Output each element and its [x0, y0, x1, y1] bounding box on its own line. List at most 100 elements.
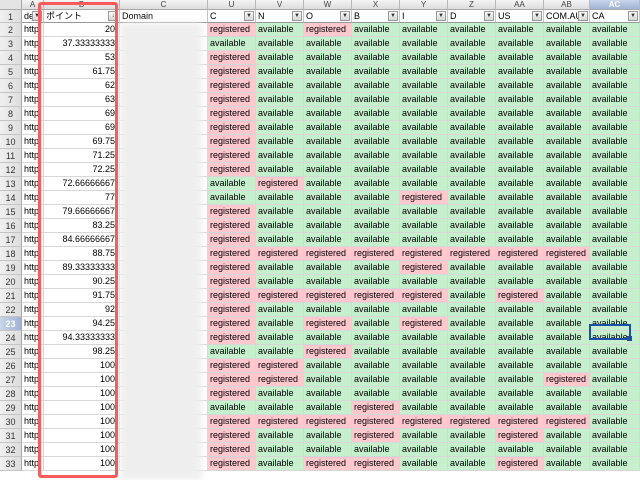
status-cell-u[interactable]: registered: [208, 429, 256, 443]
status-cell-u[interactable]: registered: [208, 247, 256, 261]
status-cell-w[interactable]: available: [304, 177, 352, 191]
status-cell-w[interactable]: available: [304, 359, 352, 373]
status-cell-u[interactable]: registered: [208, 107, 256, 121]
points-cell[interactable]: 98.25: [44, 345, 120, 359]
status-cell-v[interactable]: available: [256, 233, 304, 247]
status-cell-x[interactable]: registered: [352, 247, 400, 261]
status-cell-ac[interactable]: available: [590, 303, 640, 317]
status-cell-aa[interactable]: available: [496, 317, 544, 331]
status-cell-u[interactable]: available: [208, 177, 256, 191]
status-cell-v[interactable]: available: [256, 401, 304, 415]
status-cell-y[interactable]: available: [400, 37, 448, 51]
status-cell-y[interactable]: available: [400, 457, 448, 471]
status-cell-z[interactable]: available: [448, 345, 496, 359]
status-cell-u[interactable]: registered: [208, 23, 256, 37]
status-cell-y[interactable]: available: [400, 303, 448, 317]
status-cell-z[interactable]: available: [448, 177, 496, 191]
status-cell-v[interactable]: available: [256, 317, 304, 331]
status-cell-aa[interactable]: available: [496, 121, 544, 135]
row-header-16[interactable]: 16: [0, 219, 22, 233]
status-cell-ac[interactable]: available: [590, 401, 640, 415]
row-header-31[interactable]: 31: [0, 429, 22, 443]
status-cell-x[interactable]: available: [352, 37, 400, 51]
status-cell-y[interactable]: available: [400, 177, 448, 191]
status-cell-w[interactable]: available: [304, 121, 352, 135]
status-cell-z[interactable]: available: [448, 219, 496, 233]
points-cell[interactable]: 62: [44, 79, 120, 93]
url-cell[interactable]: http: [22, 429, 44, 443]
status-cell-aa[interactable]: available: [496, 373, 544, 387]
points-cell[interactable]: 100: [44, 457, 120, 471]
status-cell-x[interactable]: registered: [352, 415, 400, 429]
url-cell[interactable]: http: [22, 443, 44, 457]
status-cell-v[interactable]: registered: [256, 177, 304, 191]
status-cell-u[interactable]: registered: [208, 387, 256, 401]
status-cell-ab[interactable]: available: [544, 121, 590, 135]
status-cell-z[interactable]: available: [448, 373, 496, 387]
status-cell-z[interactable]: available: [448, 191, 496, 205]
points-cell[interactable]: 94.25: [44, 317, 120, 331]
status-cell-z[interactable]: available: [448, 317, 496, 331]
url-cell[interactable]: http: [22, 415, 44, 429]
status-cell-z[interactable]: available: [448, 205, 496, 219]
status-cell-ab[interactable]: available: [544, 401, 590, 415]
status-cell-aa[interactable]: available: [496, 275, 544, 289]
status-cell-ac[interactable]: available: [590, 65, 640, 79]
url-cell[interactable]: http: [22, 289, 44, 303]
status-cell-u[interactable]: registered: [208, 303, 256, 317]
status-cell-aa[interactable]: registered: [496, 457, 544, 471]
points-cell[interactable]: 100: [44, 415, 120, 429]
url-cell[interactable]: http: [22, 387, 44, 401]
select-all-corner[interactable]: [0, 0, 22, 10]
status-cell-u[interactable]: available: [208, 345, 256, 359]
url-cell[interactable]: http: [22, 79, 44, 93]
row-header-21[interactable]: 21: [0, 289, 22, 303]
status-cell-x[interactable]: registered: [352, 401, 400, 415]
status-cell-u[interactable]: registered: [208, 457, 256, 471]
status-cell-aa[interactable]: available: [496, 331, 544, 345]
status-cell-aa[interactable]: available: [496, 401, 544, 415]
status-cell-z[interactable]: available: [448, 121, 496, 135]
status-cell-ab[interactable]: available: [544, 107, 590, 121]
status-cell-v[interactable]: available: [256, 345, 304, 359]
status-cell-aa[interactable]: available: [496, 219, 544, 233]
column-header-z[interactable]: Z: [448, 0, 496, 10]
status-cell-y[interactable]: available: [400, 331, 448, 345]
filter-dropdown-icon[interactable]: ▼: [388, 11, 398, 21]
status-cell-aa[interactable]: registered: [496, 289, 544, 303]
points-cell[interactable]: 88.75: [44, 247, 120, 261]
status-cell-ac[interactable]: available: [590, 275, 640, 289]
status-cell-w[interactable]: available: [304, 275, 352, 289]
header-cell-b[interactable]: ポイント ↓: [44, 10, 120, 23]
row-header-10[interactable]: 10: [0, 135, 22, 149]
status-cell-aa[interactable]: available: [496, 233, 544, 247]
status-cell-x[interactable]: available: [352, 65, 400, 79]
column-header-b[interactable]: B: [44, 0, 120, 10]
status-cell-x[interactable]: available: [352, 443, 400, 457]
status-cell-u[interactable]: registered: [208, 51, 256, 65]
status-cell-ac[interactable]: available: [590, 373, 640, 387]
status-cell-x[interactable]: available: [352, 275, 400, 289]
url-cell[interactable]: http: [22, 23, 44, 37]
status-cell-x[interactable]: available: [352, 331, 400, 345]
status-cell-w[interactable]: available: [304, 261, 352, 275]
status-cell-y[interactable]: available: [400, 443, 448, 457]
row-header-23[interactable]: 23: [0, 317, 22, 331]
status-cell-ab[interactable]: registered: [544, 415, 590, 429]
status-cell-ab[interactable]: available: [544, 429, 590, 443]
status-cell-v[interactable]: available: [256, 205, 304, 219]
points-cell[interactable]: 100: [44, 401, 120, 415]
status-cell-ac[interactable]: available: [590, 219, 640, 233]
status-cell-ab[interactable]: available: [544, 331, 590, 345]
column-header-ab[interactable]: AB: [544, 0, 590, 10]
url-cell[interactable]: http: [22, 247, 44, 261]
points-cell[interactable]: 83.25: [44, 219, 120, 233]
status-cell-v[interactable]: available: [256, 51, 304, 65]
status-cell-w[interactable]: available: [304, 331, 352, 345]
status-cell-ab[interactable]: available: [544, 51, 590, 65]
status-cell-v[interactable]: available: [256, 79, 304, 93]
column-header-a[interactable]: A: [22, 0, 44, 10]
status-cell-ac[interactable]: available: [590, 289, 640, 303]
row-header-18[interactable]: 18: [0, 247, 22, 261]
status-cell-z[interactable]: available: [448, 23, 496, 37]
